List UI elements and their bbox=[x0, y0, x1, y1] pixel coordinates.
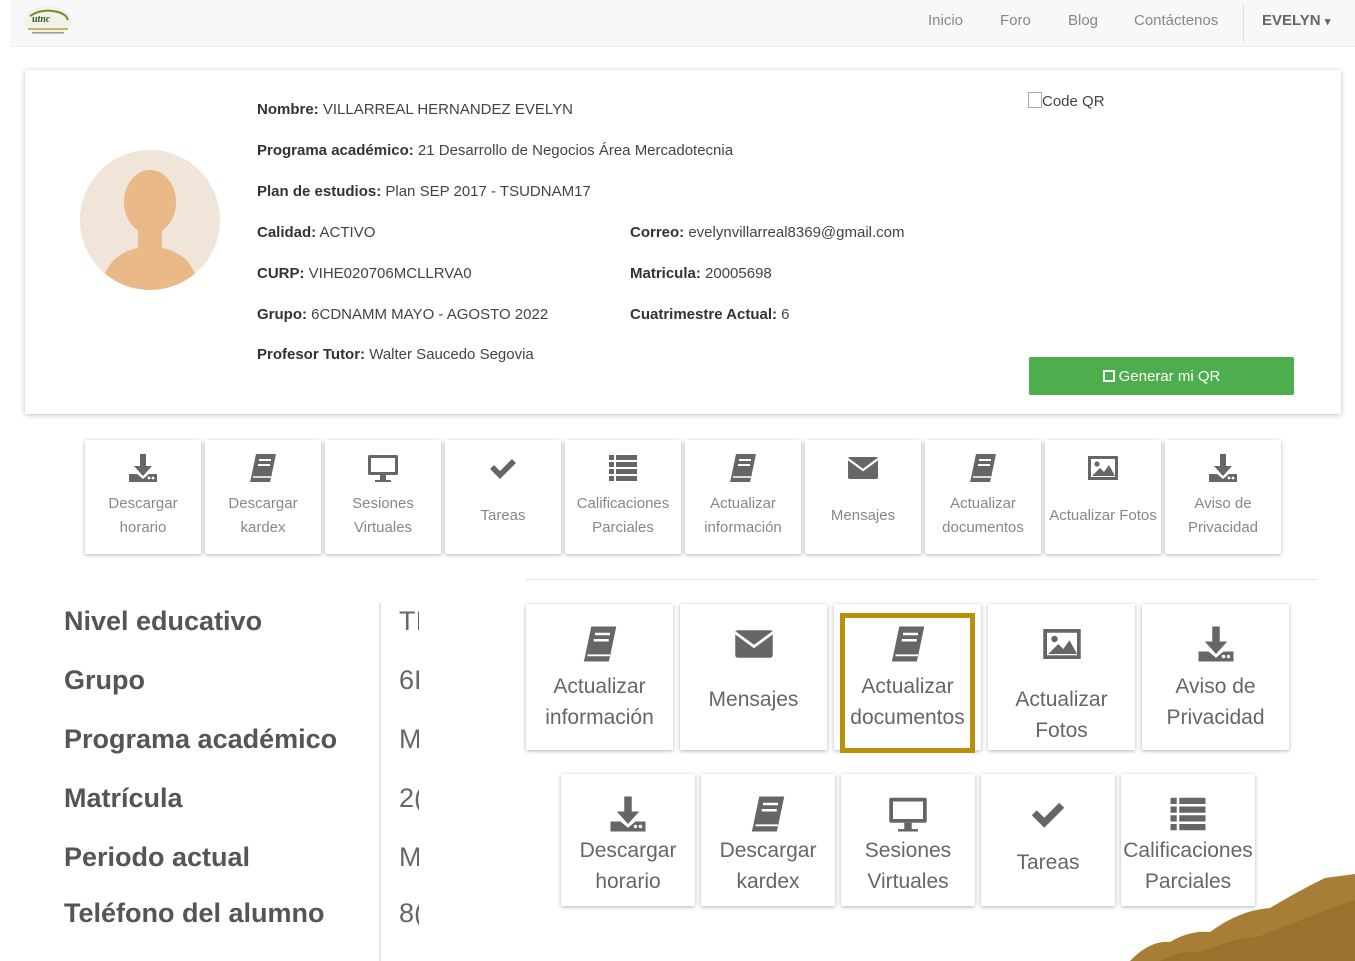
tile-aviso-de-privacidad-large[interactable]: Aviso de Privacidad bbox=[1142, 604, 1289, 750]
book-icon bbox=[205, 452, 321, 486]
field-grupo: Grupo: 6CDNAMM MAYO - AGOSTO 2022 bbox=[257, 306, 549, 323]
tile-calificaciones-parciales[interactable]: Calificaciones Parciales bbox=[565, 440, 681, 554]
list-icon bbox=[1121, 794, 1255, 834]
tile-label: Descargar horario bbox=[108, 495, 178, 536]
download-icon bbox=[1165, 452, 1281, 486]
tile-sesiones-virtuales-large[interactable]: Sesiones Virtuales bbox=[841, 774, 975, 906]
tile-actualizar-informacion[interactable]: Actualizar información bbox=[685, 440, 801, 554]
highlight-box bbox=[840, 613, 975, 753]
tile-actualizar-fotos-large[interactable]: Actualizar Fotos bbox=[988, 604, 1135, 750]
field-matricula: Matricula: 20005698 bbox=[630, 265, 772, 282]
tile-actualizar-fotos[interactable]: Actualizar Fotos bbox=[1045, 440, 1161, 554]
tile-label: Aviso de Privacidad bbox=[1166, 675, 1265, 730]
tile-label: Aviso de Privacidad bbox=[1187, 495, 1259, 536]
info-label: Nivel educativo bbox=[64, 606, 263, 636]
user-menu[interactable]: EVELYN ▾ bbox=[1262, 12, 1330, 29]
info-value: 8( bbox=[399, 898, 419, 928]
tile-label: Descargar horario bbox=[579, 838, 677, 893]
tile-descargar-kardex[interactable]: Descargar kardex bbox=[205, 440, 321, 554]
download-icon bbox=[85, 452, 201, 486]
info-value: 2( bbox=[399, 783, 419, 813]
nav-separator bbox=[1243, 4, 1244, 42]
tile-label: Tareas bbox=[1016, 850, 1080, 874]
tile-descargar-horario[interactable]: Descargar horario bbox=[85, 440, 201, 554]
field-correo: Correo: evelynvillarreal8369@gmail.com bbox=[630, 224, 905, 241]
user-name: EVELYN bbox=[1262, 12, 1321, 29]
field-calidad: Calidad: ACTIVO bbox=[257, 224, 376, 241]
envelope-icon bbox=[680, 624, 827, 664]
generate-qr-button[interactable]: Generar mi QR bbox=[1029, 357, 1294, 395]
info-value: 6I bbox=[399, 665, 419, 695]
monitor-icon bbox=[325, 452, 441, 486]
caret-down-icon: ▾ bbox=[1324, 16, 1331, 28]
tile-label: Calificaciones Parciales bbox=[576, 495, 670, 536]
avatar bbox=[80, 150, 220, 290]
tile-descargar-kardex-large[interactable]: Descargar kardex bbox=[701, 774, 835, 906]
download-icon bbox=[561, 794, 695, 834]
check-icon bbox=[981, 794, 1115, 834]
field-programa: Programa académico: 21 Desarrollo de Neg… bbox=[257, 142, 734, 159]
tile-descargar-horario-large[interactable]: Descargar horario bbox=[561, 774, 695, 906]
tile-label: Tareas bbox=[480, 507, 526, 524]
tile-tareas-large[interactable]: Tareas bbox=[981, 774, 1115, 906]
book-icon bbox=[925, 452, 1041, 486]
list-icon bbox=[565, 452, 681, 486]
tile-label: Sesiones Virtuales bbox=[864, 838, 952, 893]
tile-label: Mensajes bbox=[708, 688, 799, 712]
envelope-icon bbox=[805, 452, 921, 486]
tile-label: Actualizar Fotos bbox=[1015, 688, 1108, 743]
monitor-icon bbox=[841, 794, 975, 834]
info-label: Matrícula bbox=[64, 783, 183, 813]
book-icon bbox=[685, 452, 801, 486]
tile-label: Actualizar información bbox=[545, 675, 654, 730]
field-plan: Plan de estudios: Plan SEP 2017 - TSUDNA… bbox=[257, 183, 591, 200]
field-curp: CURP: VIHE020706MCLLRVA0 bbox=[257, 265, 472, 282]
logo[interactable]: utnc bbox=[22, 2, 74, 40]
tile-mensajes[interactable]: Mensajes bbox=[805, 440, 921, 554]
tile-aviso-de-privacidad[interactable]: Aviso de Privacidad bbox=[1165, 440, 1281, 554]
tile-actualizar-documentos[interactable]: Actualizar documentos bbox=[925, 440, 1041, 554]
tile-tareas[interactable]: Tareas bbox=[445, 440, 561, 554]
info-label: Grupo bbox=[64, 665, 145, 695]
decorative-hill bbox=[1130, 874, 1355, 961]
qrcode-icon bbox=[1102, 370, 1115, 382]
field-cuatrimestre: Cuatrimestre Actual: 6 bbox=[630, 306, 790, 323]
picture-icon bbox=[988, 624, 1135, 664]
divider bbox=[526, 579, 1316, 580]
check-icon bbox=[445, 452, 561, 486]
book-icon bbox=[526, 624, 673, 664]
info-divider bbox=[379, 603, 381, 961]
tile-label: Actualizar documentos bbox=[942, 495, 1024, 536]
download-icon bbox=[1142, 624, 1289, 664]
info-label: Periodo actual bbox=[64, 842, 251, 872]
tile-label: Actualizar información bbox=[704, 495, 782, 536]
broken-image-icon bbox=[1028, 92, 1042, 108]
info-value: M bbox=[399, 724, 419, 754]
info-label: Programa académico bbox=[64, 724, 338, 754]
tile-label: Sesiones Virtuales bbox=[352, 495, 414, 536]
field-tutor: Profesor Tutor: Walter Saucedo Segovia bbox=[257, 346, 534, 363]
qr-code-image: Code QR bbox=[1028, 92, 1105, 110]
nav-foro[interactable]: Foro bbox=[1000, 12, 1031, 29]
field-nombre: Nombre: VILLARREAL HERNANDEZ EVELYN bbox=[257, 101, 573, 118]
picture-icon bbox=[1045, 452, 1161, 486]
tile-label: Actualizar Fotos bbox=[1049, 507, 1157, 524]
nav-blog[interactable]: Blog bbox=[1068, 12, 1098, 29]
tile-mensajes-large[interactable]: Mensajes bbox=[680, 604, 827, 750]
tile-label: Descargar kardex bbox=[228, 495, 298, 536]
nav-contactenos[interactable]: Contáctenos bbox=[1134, 12, 1218, 29]
person-icon bbox=[80, 150, 220, 290]
svg-text:utnc: utnc bbox=[32, 14, 51, 25]
info-label: Teléfono del alumno bbox=[64, 898, 325, 928]
info-value: TI bbox=[399, 606, 419, 636]
tile-actualizar-informacion-large[interactable]: Actualizar información bbox=[526, 604, 673, 750]
book-icon bbox=[701, 794, 835, 834]
tile-label: Descargar kardex bbox=[719, 838, 817, 893]
tile-sesiones-virtuales[interactable]: Sesiones Virtuales bbox=[325, 440, 441, 554]
tile-label: Mensajes bbox=[830, 507, 896, 524]
info-value: M bbox=[399, 842, 419, 872]
nav-inicio[interactable]: Inicio bbox=[928, 12, 963, 29]
